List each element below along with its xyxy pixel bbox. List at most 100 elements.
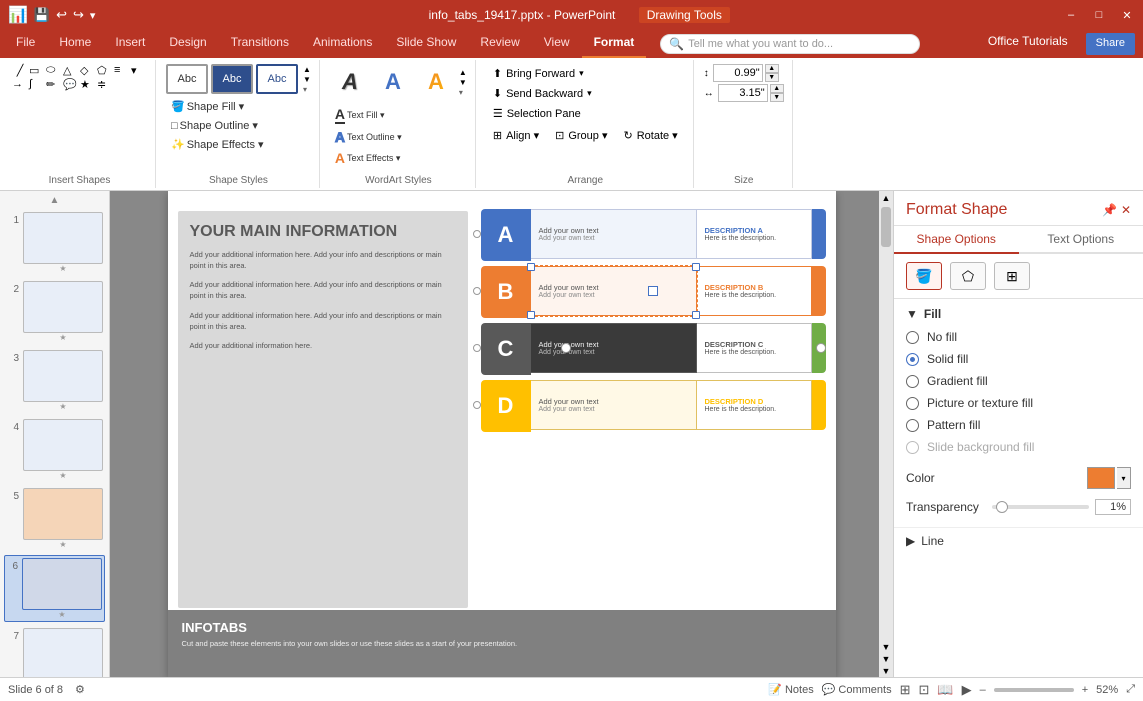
tab-review[interactable]: Review	[468, 30, 531, 58]
scroll-up-arrow[interactable]: ▲	[880, 191, 893, 205]
tab-transitions[interactable]: Transitions	[219, 30, 301, 58]
slide-thumb-6[interactable]: 6 ★	[4, 555, 105, 622]
fill-option-picture[interactable]: Picture or texture fill	[906, 395, 1131, 411]
width-up[interactable]: ▲	[770, 84, 784, 93]
shape-effects-btn[interactable]: ✨ Shape Effects ▾	[166, 136, 311, 153]
tab-view[interactable]: View	[532, 30, 582, 58]
view-reading-btn[interactable]: 📖	[937, 682, 953, 698]
slide-thumb-4[interactable]: 4 ★	[4, 417, 105, 482]
align-btn[interactable]: ⊞ Align ▾	[486, 126, 546, 145]
office-tutorials-link[interactable]: Office Tutorials	[978, 30, 1078, 58]
width-input[interactable]: 3.15"	[718, 84, 768, 102]
fill-paint-icon[interactable]: 🪣	[906, 262, 942, 290]
bring-forward-btn[interactable]: ⬆ Bring Forward ▾	[486, 64, 591, 83]
tab-slideshow[interactable]: Slide Show	[384, 30, 468, 58]
tab-item-b[interactable]: B Add your own text Add your own text DE…	[481, 266, 826, 316]
radio-no-fill[interactable]	[906, 331, 919, 344]
shape-styles-scroll[interactable]: ▲ ▼ ▾	[303, 65, 311, 94]
send-backward-btn[interactable]: ⬇ Send Backward ▾	[486, 84, 599, 103]
radio-solid-fill[interactable]	[906, 353, 919, 366]
color-dropdown-btn[interactable]: ▾	[1117, 467, 1131, 489]
shape-tool2[interactable]: ◇	[80, 64, 96, 77]
tab-format[interactable]: Format	[582, 30, 647, 58]
eq-tool[interactable]: ≑	[97, 78, 113, 91]
slide-thumb-7[interactable]: 7 ★	[4, 626, 105, 677]
line-header[interactable]: ▶ Line	[906, 534, 1131, 548]
tab-item-a[interactable]: A Add your own text Add your own text DE…	[481, 209, 826, 259]
shape-fill-btn[interactable]: 🪣 Shape Fill ▾	[166, 98, 311, 115]
slide-panel-scroll-up[interactable]: ▲	[4, 195, 105, 206]
customize-icon[interactable]: ▾	[90, 9, 96, 22]
text-effects-btn[interactable]: A Text Effects ▾	[330, 148, 407, 168]
close-btn[interactable]: ✕	[1119, 7, 1135, 23]
shape-style-2[interactable]: Abc	[211, 64, 253, 94]
arrange-icon[interactable]: ≡	[114, 64, 130, 77]
color-swatch[interactable]	[1087, 467, 1115, 489]
transparency-value[interactable]: 1%	[1095, 499, 1131, 515]
shape-style-3[interactable]: Abc	[256, 64, 298, 94]
minimize-btn[interactable]: –	[1063, 7, 1079, 23]
scroll-down-arrow[interactable]: ▼	[881, 641, 892, 653]
undo-icon[interactable]: ↩	[56, 7, 67, 23]
color-picker[interactable]: ▾	[1087, 467, 1131, 489]
tab-text-options[interactable]: Text Options	[1019, 226, 1143, 254]
fill-section-header[interactable]: ▼ Fill	[906, 307, 1131, 321]
tab-design[interactable]: Design	[157, 30, 218, 58]
transparency-slider[interactable]	[992, 505, 1089, 509]
height-up[interactable]: ▲	[765, 64, 779, 73]
zoom-out-btn[interactable]: –	[980, 684, 986, 696]
format-panel-close[interactable]: ✕	[1121, 203, 1131, 217]
tab-shape-options[interactable]: Shape Options	[894, 226, 1019, 254]
slide-thumb-3[interactable]: 3 ★	[4, 348, 105, 413]
zoom-slider[interactable]	[994, 688, 1074, 692]
height-input[interactable]: 0.99"	[713, 64, 763, 82]
comments-btn[interactable]: 💬 Comments	[822, 683, 892, 696]
save-icon[interactable]: 💾	[34, 7, 50, 23]
radio-pattern-fill[interactable]	[906, 419, 919, 432]
wordart-style-1[interactable]: A	[330, 64, 370, 100]
shape-tool[interactable]: △	[63, 64, 79, 77]
redo-icon[interactable]: ↪	[73, 7, 84, 23]
shape-tool3[interactable]: ⬠	[97, 64, 113, 77]
canvas-scrollbar-v[interactable]: ▲ ▼ ▼ ▼	[879, 191, 893, 677]
view-slide-btn[interactable]: ⊡	[919, 682, 930, 698]
format-panel-pin[interactable]: 📌	[1102, 203, 1117, 217]
view-presenter-btn[interactable]: ▶	[962, 682, 972, 698]
radio-gradient-fill[interactable]	[906, 375, 919, 388]
text-outline-btn[interactable]: A Text Outline ▾	[330, 127, 407, 147]
scroll-thumb-v[interactable]	[881, 207, 891, 247]
oval-tool[interactable]: ⬭	[46, 64, 62, 77]
tab-file[interactable]: File	[4, 30, 47, 58]
arrow-tool[interactable]: →	[12, 78, 28, 91]
fill-option-gradient[interactable]: Gradient fill	[906, 373, 1131, 389]
callout-tool[interactable]: 💬	[63, 78, 79, 91]
share-button[interactable]: Share	[1086, 33, 1135, 55]
star-tool[interactable]: ★	[80, 78, 96, 91]
slide-canvas[interactable]: YOUR MAIN INFORMATION Add your additiona…	[168, 191, 836, 677]
scroll-right-arrow[interactable]: ▼	[881, 653, 892, 665]
text-fill-btn[interactable]: A Text Fill ▾	[330, 104, 407, 126]
slide-thumb-2[interactable]: 2 ★	[4, 279, 105, 344]
view-normal-btn[interactable]: ⊞	[900, 682, 911, 698]
fit-window-btn[interactable]: ⤢	[1126, 683, 1135, 696]
slide-thumb-1[interactable]: 1 ★	[4, 210, 105, 275]
maximize-btn[interactable]: □	[1091, 7, 1107, 23]
tab-insert[interactable]: Insert	[103, 30, 157, 58]
tab-animations[interactable]: Animations	[301, 30, 384, 58]
width-spin[interactable]: ▲ ▼	[770, 84, 784, 102]
scroll-left-arrow[interactable]: ▼	[881, 665, 892, 677]
pentagon-icon[interactable]: ⬠	[950, 262, 986, 290]
selection-pane-btn[interactable]: ☰ Selection Pane	[486, 104, 588, 123]
shape-outline-btn[interactable]: □ Shape Outline ▾	[166, 117, 311, 134]
fill-option-no-fill[interactable]: No fill	[906, 329, 1131, 345]
radio-picture-fill[interactable]	[906, 397, 919, 410]
wordart-scroll[interactable]: ▲ ▼ ▾	[459, 68, 467, 97]
slide-thumb-5[interactable]: 5 ★	[4, 486, 105, 551]
height-down[interactable]: ▼	[765, 73, 779, 82]
grid-icon[interactable]: ⊞	[994, 262, 1030, 290]
tab-item-c[interactable]: C Add your own text Add your own text DE…	[481, 323, 826, 373]
status-accessibility-icon[interactable]: ⚙	[75, 683, 85, 696]
fill-option-solid[interactable]: Solid fill	[906, 351, 1131, 367]
rotate-btn[interactable]: ↻ Rotate ▾	[616, 126, 684, 145]
notes-btn[interactable]: 📝 Notes	[768, 683, 813, 696]
